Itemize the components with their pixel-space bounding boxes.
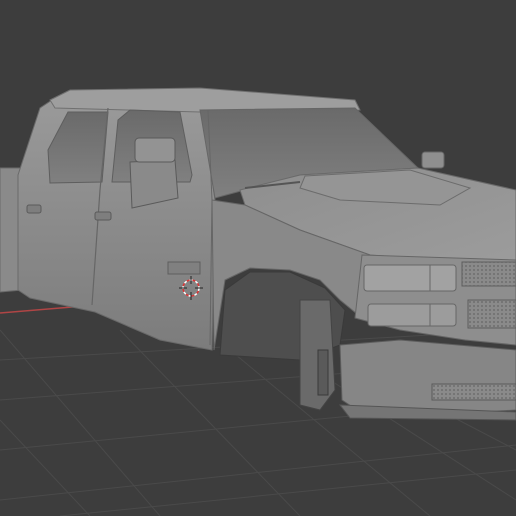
fender-badge	[167, 261, 201, 275]
viewport-canvas[interactable]	[0, 0, 516, 516]
front-door-handle	[94, 211, 112, 221]
headlight-upper	[363, 264, 457, 292]
lower-bumper	[339, 339, 516, 416]
shock-spring	[317, 349, 329, 396]
pickup-truck-model[interactable]	[0, 87, 516, 421]
headlight-lower	[367, 303, 457, 327]
3d-viewport[interactable]	[0, 0, 516, 516]
grille-upper	[461, 261, 516, 287]
mirror-cap	[134, 137, 176, 163]
fog-light-bar	[431, 383, 516, 401]
rear-door-handle	[26, 204, 42, 214]
cab-light	[421, 151, 445, 169]
grille-lower	[467, 299, 516, 329]
